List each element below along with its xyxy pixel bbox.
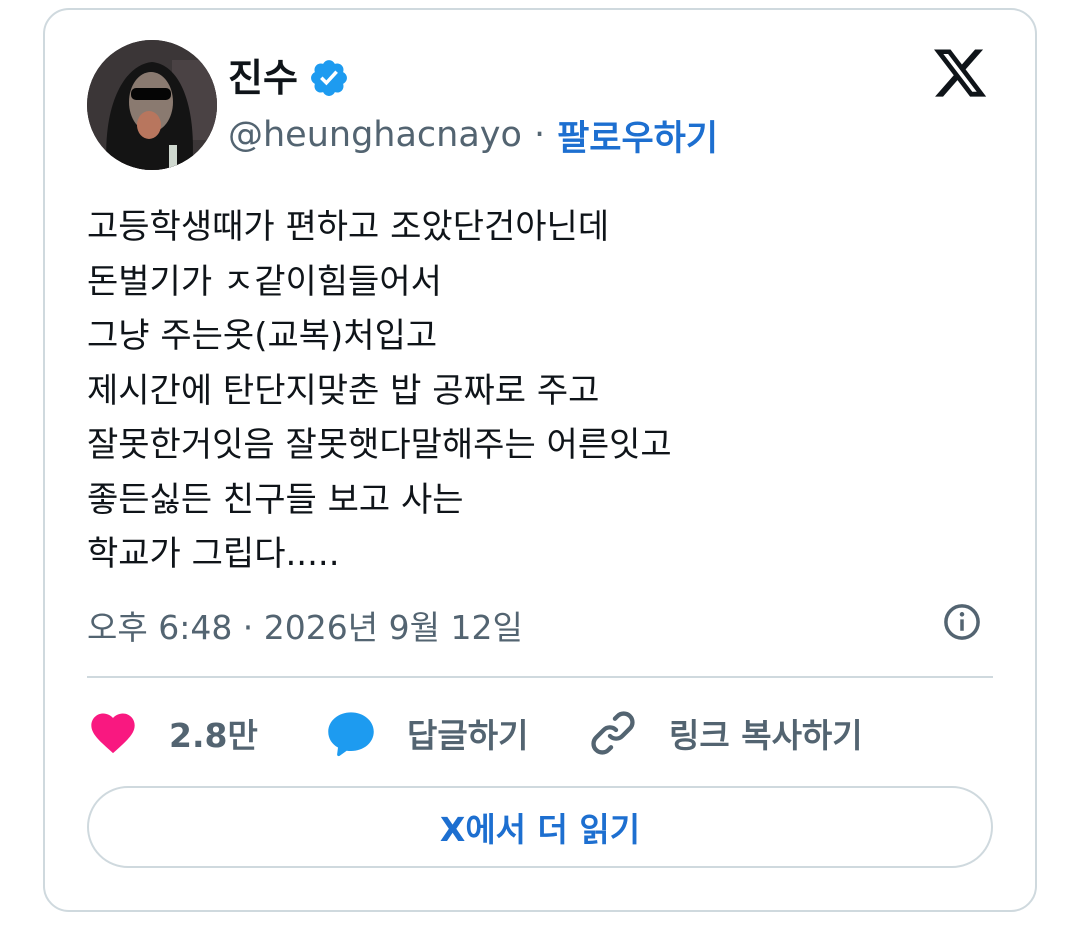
- author-handle[interactable]: @heunghacnayo: [228, 115, 522, 155]
- heart-icon: [87, 707, 139, 759]
- tweet-timestamp[interactable]: 오후 6:48 · 2026년 9월 12일: [87, 600, 523, 650]
- copy-link-button[interactable]: 링크 복사하기: [587, 700, 863, 766]
- tweet-text: 고등학생때가 편하고 조았단건아닌데 돈벌기가 ㅈ같이힘들어서 그냥 주는옷(교…: [87, 200, 967, 582]
- author-name-row[interactable]: 진수: [228, 50, 350, 106]
- tweet-line: 그냥 주는옷(교복)처입고: [87, 316, 438, 356]
- tweet-line: 좋든싫든 친구들 보고 사는: [87, 479, 464, 520]
- verified-badge-icon: [308, 57, 350, 99]
- action-bar: 2.8만 답글하기 링크 복사하기: [87, 700, 993, 766]
- tweet-line: 돈벌기가 ㅈ같이힘들어서: [87, 261, 442, 302]
- info-icon[interactable]: [941, 601, 983, 643]
- display-name[interactable]: 진수: [228, 59, 298, 97]
- follow-button[interactable]: 팔로우하기: [557, 110, 718, 161]
- divider: [87, 676, 993, 678]
- read-more-button[interactable]: X에서 더 읽기: [87, 786, 993, 868]
- avatar[interactable]: [87, 40, 217, 170]
- author-handle-row: @heunghacnayo · 팔로우하기: [228, 110, 718, 160]
- reply-button[interactable]: 답글하기: [325, 700, 528, 766]
- speech-bubble-icon: [325, 707, 377, 759]
- like-button[interactable]: 2.8만: [87, 700, 258, 766]
- reply-label: 답글하기: [407, 716, 529, 755]
- link-icon: [587, 707, 639, 759]
- tweet-line: 제시간에 탄단지맞춘 밥 공짜로 주고: [87, 370, 600, 411]
- separator-dot: ·: [533, 115, 546, 155]
- tweet-line: 고등학생때가 편하고 조았단건아닌데: [87, 207, 610, 247]
- like-count: 2.8만: [169, 716, 258, 755]
- tweet-line: 잘못한거잇음 잘못햇다말해주는 어른잇고: [87, 425, 672, 465]
- tweet-line: 학교가 그립다.....: [87, 534, 340, 574]
- copy-link-label: 링크 복사하기: [669, 716, 863, 755]
- x-logo-icon[interactable]: [930, 44, 990, 102]
